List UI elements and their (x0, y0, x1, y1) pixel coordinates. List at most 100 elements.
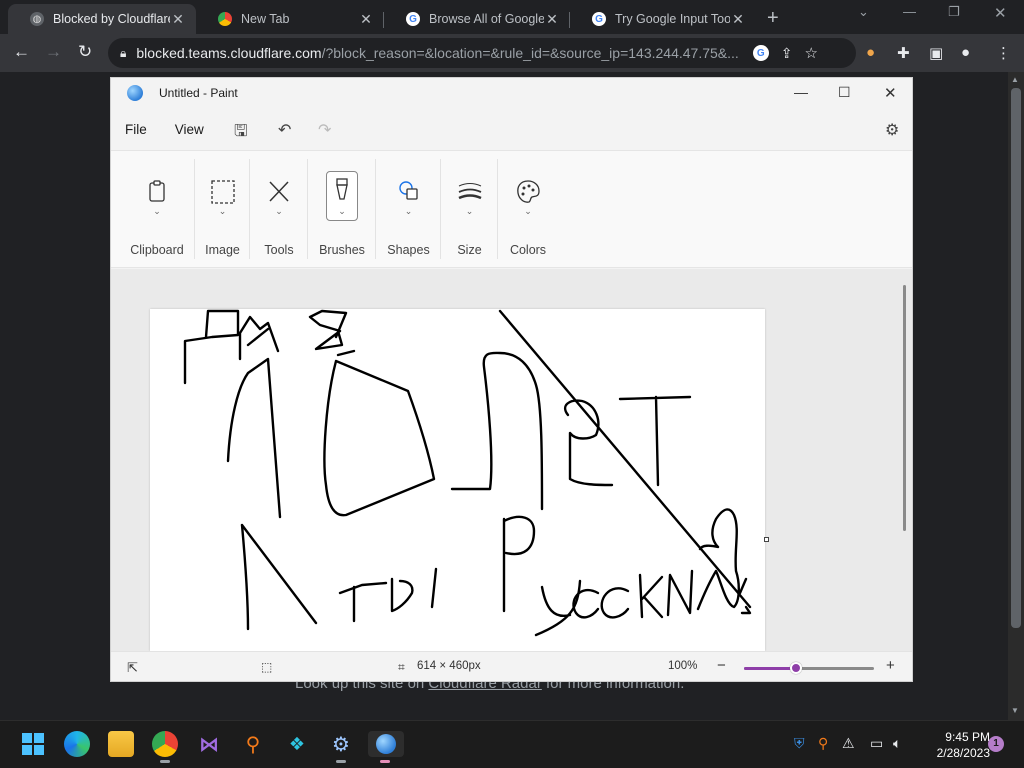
ribbon-group-clipboard[interactable]: ⌄ Clipboard (119, 151, 195, 269)
tab-google-input-tools[interactable]: G Try Google Input Tools online ✕ (570, 4, 756, 34)
volume-icon[interactable]: 🔈︎ (893, 735, 901, 752)
zoom-out-icon[interactable]: − (717, 657, 726, 674)
chevron-down-icon[interactable]: ⌄ (441, 206, 498, 217)
share-icon[interactable]: ⇪ (781, 45, 793, 62)
file-explorer-icon[interactable] (108, 731, 134, 757)
tab-new-tab[interactable]: New Tab ✕ (196, 4, 384, 34)
chevron-down-icon[interactable]: ⌄ (376, 206, 441, 217)
notification-badge[interactable]: 1 (988, 736, 1004, 752)
google-icon: G (406, 12, 420, 26)
clipboard-icon (149, 180, 165, 202)
settings-people-icon[interactable]: ⚙︎ (885, 120, 899, 140)
extensions-puzzle-icon[interactable]: ✚ (897, 44, 910, 62)
paint-statusbar: ⇱ ⬚ ⌗ 614 × 460px 100% − + (111, 651, 912, 681)
address-bar[interactable]: 🔒︎ blocked.teams.cloudflare.com /?block_… (108, 38, 856, 68)
color-palette-icon (517, 180, 540, 203)
undo-icon[interactable]: ↶ (278, 120, 291, 140)
canvas-vertical-scrollbar[interactable] (903, 285, 906, 531)
tab-cloudflare-blocked[interactable]: ◍ Blocked by Cloudflare Gateway ✕ (8, 4, 196, 34)
ribbon-group-colors[interactable]: ⌄ Colors (498, 151, 558, 269)
group-label: Clipboard (130, 243, 184, 257)
search-magnifier-icon[interactable]: ⚲ (240, 731, 266, 757)
ribbon-group-image[interactable]: ⌄ Image (195, 151, 250, 269)
ribbon-group-shapes[interactable]: ⌄ Shapes (376, 151, 441, 269)
close-window-icon[interactable]: ✕ (994, 4, 1007, 22)
zoom-level: 100% (668, 660, 698, 672)
menu-file[interactable]: File (111, 122, 161, 137)
canvas-size-label: 614 × 460px (417, 660, 481, 672)
google-lens-icon[interactable]: G (752, 45, 769, 61)
visual-studio-icon[interactable]: ⋈ (196, 731, 222, 757)
url-host: blocked.teams.cloudflare.com (136, 45, 322, 61)
new-tab-button[interactable]: + (767, 7, 779, 30)
group-label: Tools (264, 243, 294, 257)
lock-icon[interactable]: 🔒︎ (120, 46, 126, 61)
start-icon[interactable] (20, 731, 46, 757)
paint-window-title: Untitled - Paint (159, 86, 238, 100)
tray-search-icon[interactable]: ⚲ (818, 735, 828, 752)
close-icon[interactable]: ✕ (884, 84, 897, 102)
tab-google-products[interactable]: G Browse All of Google's Products ✕ (384, 4, 570, 34)
zoom-slider[interactable] (744, 662, 874, 674)
chrome-icon[interactable] (152, 731, 178, 763)
more-menu-icon[interactable]: ⋮ (996, 44, 1011, 62)
chevron-down-icon[interactable]: ⌄ (250, 206, 308, 217)
running-indicator (380, 760, 390, 763)
tab-title: New Tab (241, 12, 290, 26)
tab-search-chevron-icon[interactable]: ⌄ (858, 4, 869, 20)
clock-date: 2/28/2023 (936, 746, 990, 760)
defender-shield-icon[interactable]: ⛨ (794, 735, 805, 752)
scroll-thumb[interactable] (1011, 88, 1021, 628)
drawing-canvas[interactable] (150, 309, 765, 651)
display-icon[interactable]: ▭ (870, 735, 883, 752)
maximize-icon[interactable]: ☐ (838, 84, 851, 101)
ribbon-group-size[interactable]: ⌄ Size (441, 151, 498, 269)
tab-title: Browse All of Google's Products (429, 12, 544, 26)
ribbon-group-tools[interactable]: ⌄ Tools (250, 151, 308, 269)
bookmark-star-icon[interactable]: ☆ (805, 44, 818, 62)
network-disconnected-icon[interactable]: ⚠︎ (842, 735, 855, 752)
canvas-size-icon: ⌗ (398, 660, 405, 674)
globe-icon: ◍ (30, 12, 44, 26)
zoom-slider-thumb[interactable] (790, 662, 802, 674)
edge-icon[interactable] (64, 731, 90, 757)
back-arrow-icon[interactable]: ← (13, 42, 30, 62)
restore-icon[interactable]: ❐ (948, 4, 960, 20)
paint-ribbon: ⌄ Clipboard ⌄ Image ⌄ Tools ⌄ Brushes ⌄ … (111, 150, 912, 268)
google-icon: G (592, 12, 606, 26)
ribbon-group-brushes[interactable]: ⌄ Brushes (308, 151, 376, 269)
chevron-down-icon[interactable]: ⌄ (195, 206, 250, 217)
minimize-icon[interactable]: — (794, 84, 808, 100)
chevron-down-icon[interactable]: ⌄ (498, 206, 558, 217)
menu-view[interactable]: View (161, 122, 218, 137)
close-tab-icon[interactable]: ✕ (544, 11, 560, 28)
save-icon[interactable]: 🖫︎ (234, 120, 248, 147)
scroll-up-arrow-icon[interactable]: ▲ (1011, 75, 1019, 84)
minimize-icon[interactable]: — (903, 4, 916, 19)
side-panel-icon[interactable]: ▣ (929, 44, 943, 62)
running-indicator (336, 760, 346, 763)
chevron-down-icon[interactable]: ⌄ (119, 206, 195, 217)
reload-icon[interactable]: ↻ (78, 42, 92, 62)
redo-icon[interactable]: ↷ (318, 120, 331, 140)
settings-icon[interactable]: ⚙︎ (328, 731, 354, 763)
paint-icon[interactable] (368, 731, 404, 763)
browser-toolbar: ← → ↻ 🔒︎ blocked.teams.cloudflare.com /?… (0, 34, 1024, 72)
zoom-in-icon[interactable]: + (886, 657, 895, 674)
scroll-down-arrow-icon[interactable]: ▼ (1011, 706, 1019, 715)
page-scrollbar[interactable]: ▲ ▼ (1008, 72, 1024, 720)
group-label: Image (205, 243, 240, 257)
cursor-position-icon: ⇱ (127, 660, 138, 675)
paint-titlebar: Untitled - Paint — ☐ ✕ (111, 78, 912, 108)
close-tab-icon[interactable]: ✕ (358, 11, 374, 28)
canvas-resize-handle[interactable] (764, 537, 769, 542)
profile-avatar-icon[interactable]: ● (961, 44, 970, 61)
chevron-down-icon[interactable]: ⌄ (308, 206, 376, 217)
close-tab-icon[interactable]: ✕ (170, 11, 186, 28)
extension-honey-icon[interactable]: ● (866, 44, 875, 61)
group-label: Colors (509, 243, 547, 257)
azure-data-studio-icon[interactable]: ❖ (284, 731, 310, 757)
system-clock[interactable]: 9:45 PM 2/28/2023 (918, 729, 990, 761)
close-tab-icon[interactable]: ✕ (730, 11, 746, 28)
forward-arrow-icon[interactable]: → (45, 42, 62, 62)
